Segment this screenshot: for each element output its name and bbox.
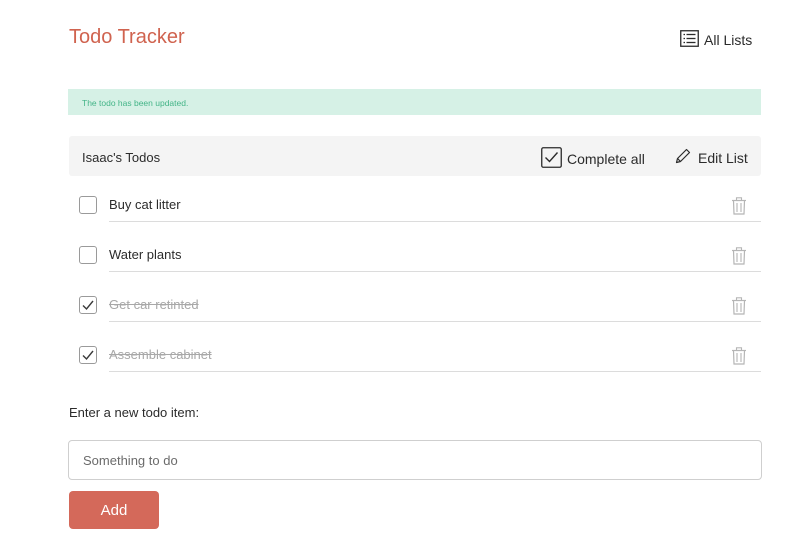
todo-item: Get car retinted [69, 290, 761, 340]
todo-title: Assemble cabinet [109, 347, 212, 362]
todo-title: Water plants [109, 247, 182, 262]
add-button[interactable]: Add [69, 491, 159, 529]
todo-checkbox-checked[interactable] [79, 346, 97, 364]
trash-icon[interactable] [731, 197, 747, 220]
edit-list-label: Edit List [698, 149, 748, 166]
checkmark-icon [82, 350, 94, 361]
edit-list-button[interactable]: Edit List [674, 147, 748, 168]
todo-divider [109, 271, 761, 272]
list-icon [680, 30, 699, 50]
complete-all-button[interactable]: Complete all [541, 147, 645, 171]
all-lists-label: All Lists [704, 32, 753, 48]
checkmark-icon [82, 300, 94, 311]
app-title: Todo Tracker [69, 26, 185, 48]
trash-icon[interactable] [731, 247, 747, 270]
todo-item: Water plants [69, 240, 761, 290]
pencil-icon [674, 147, 692, 168]
todo-divider [109, 371, 761, 372]
checkbox-checked-icon [541, 147, 562, 171]
complete-all-label: Complete all [567, 151, 645, 167]
todo-checkbox[interactable] [79, 246, 97, 264]
trash-icon[interactable] [731, 297, 747, 320]
list-name: Isaac's Todos [82, 150, 161, 165]
todo-divider [109, 321, 761, 322]
flash-message: The todo has been updated. [68, 89, 761, 115]
todo-item: Buy cat litter [69, 190, 761, 240]
trash-icon[interactable] [731, 347, 747, 370]
todo-checkbox[interactable] [79, 196, 97, 214]
new-todo-input[interactable] [68, 440, 762, 480]
todo-title: Get car retinted [109, 297, 199, 312]
todo-divider [109, 221, 761, 222]
list-header: Isaac's Todos Complete all Edit List [69, 136, 761, 176]
todo-item: Assemble cabinet [69, 340, 761, 390]
all-lists-link[interactable]: All Lists [680, 30, 752, 50]
new-todo-label: Enter a new todo item: [69, 405, 200, 420]
todo-title: Buy cat litter [109, 197, 181, 212]
todo-checkbox-checked[interactable] [79, 296, 97, 314]
